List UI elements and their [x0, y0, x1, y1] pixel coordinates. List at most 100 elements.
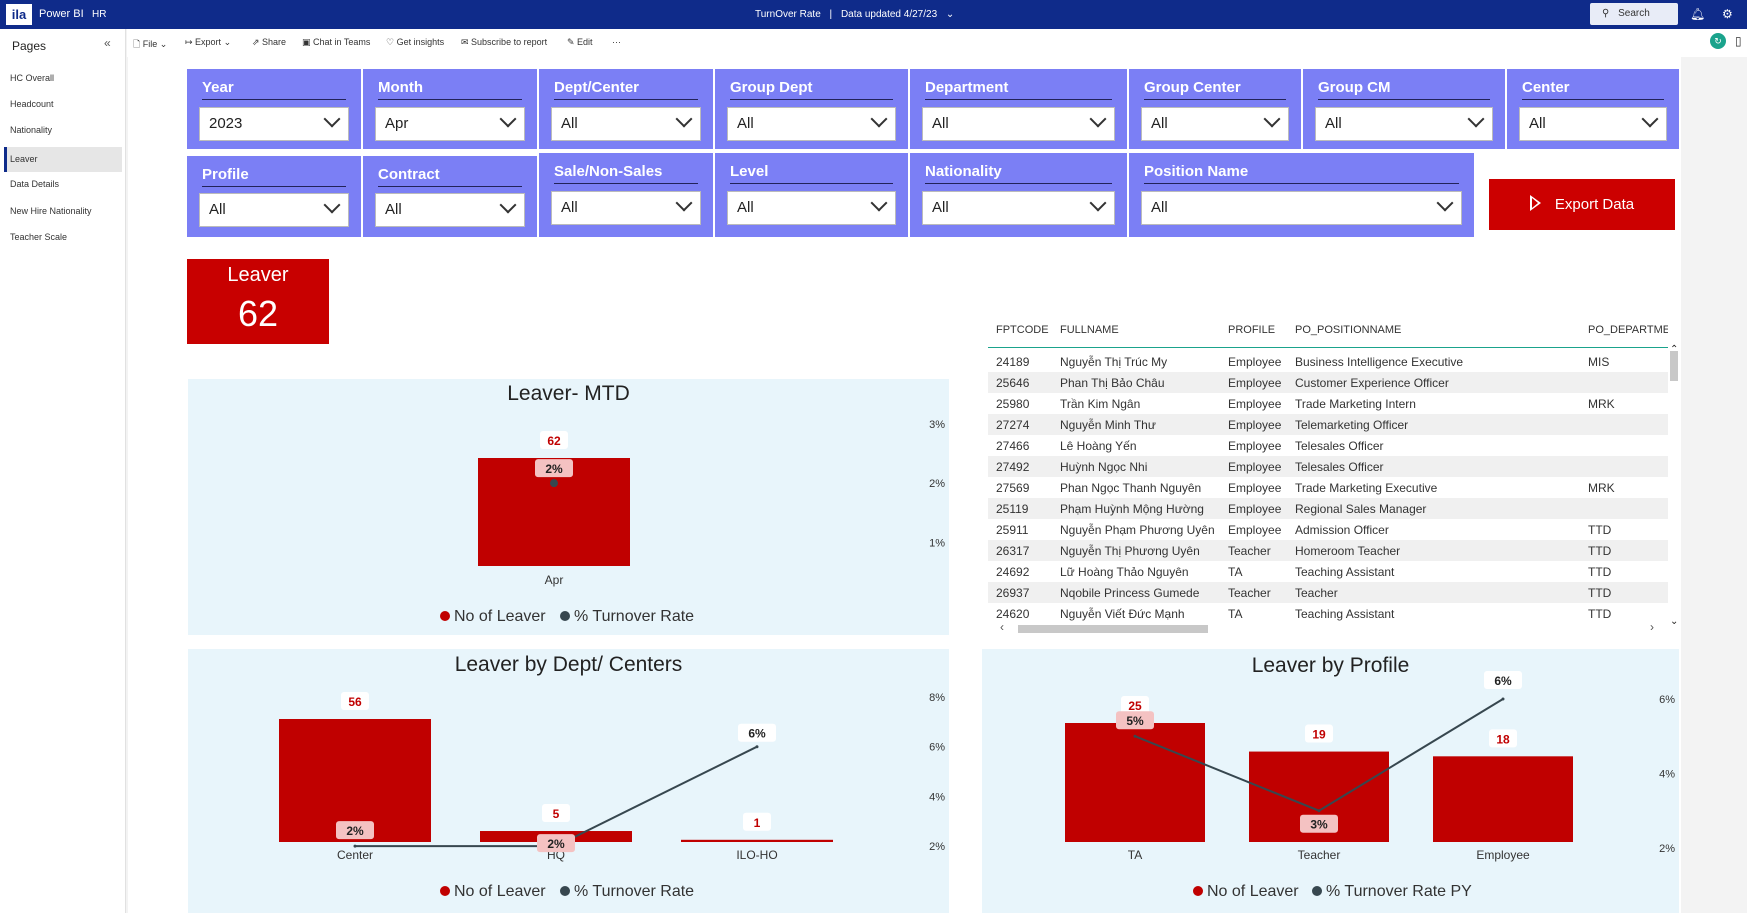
table-cell: Admission Officer [1295, 523, 1389, 537]
workspace-name[interactable]: HR [92, 9, 106, 20]
table-row[interactable]: 24620 Nguyễn Viết Đức Mạnh TA Teaching Assi… [988, 603, 1668, 624]
legend-label-turnover[interactable]: % Turnover Rate [574, 883, 694, 900]
search-input[interactable]: ⚲ Search [1590, 3, 1678, 25]
legend-label-leaver[interactable]: No of Leaver [1207, 883, 1299, 900]
chart-leaver-by-dept-centers[interactable]: Leaver by Dept/ Centers 8% 6% 4% 2% 56 Center… [188, 649, 949, 913]
slicer-dropdown[interactable]: Apr [375, 107, 525, 141]
table-cell: TTD [1588, 607, 1612, 621]
table-row[interactable]: 27569 Phan Ngọc Thanh Nguyên Employee Trade… [988, 477, 1668, 498]
report-title: TurnOver Rate [755, 9, 821, 20]
export-menu[interactable]: ↦ Export ⌄ [185, 37, 231, 48]
chart-plot: 8%6%4%2%56Center5HQ1ILO-HO2%2%6%No of Le… [279, 692, 945, 900]
slicer-dropdown[interactable]: All [922, 107, 1115, 141]
chevron-down-icon[interactable]: ⌄ [1670, 616, 1678, 627]
slicer-dropdown[interactable]: All [727, 191, 896, 225]
sidebar-item-teacher-scale[interactable]: Teacher Scale [4, 225, 122, 250]
chevron-down-icon[interactable]: ⌄ [946, 9, 954, 20]
column-header[interactable]: FPTCODE [996, 324, 1049, 336]
data-updated[interactable]: Data updated 4/27/23 [841, 9, 937, 20]
slicer-label: Dept/Center [554, 79, 640, 96]
legend-marker-leaver[interactable] [440, 886, 450, 896]
horizontal-scroll-thumb[interactable] [1018, 625, 1208, 633]
chat-in-teams-button[interactable]: ▣ Chat in Teams [302, 37, 370, 48]
legend-label-turnover[interactable]: % Turnover Rate [574, 608, 694, 625]
sidebar-item-data-details[interactable]: Data Details [4, 172, 122, 197]
chart-plot: 6% 4% 2% 25 TA 19 Teacher 18 Employee 5% 3% 6% No of… [1065, 671, 1675, 900]
slicer-label: Sale/Non-Sales [554, 163, 663, 180]
table-row[interactable]: 25646 Phan Thị Bảo Châu Employee Customer E… [988, 372, 1668, 393]
legend-marker-leaver[interactable] [440, 611, 450, 621]
axis-tick-label: 2% [1659, 843, 1675, 855]
table-row[interactable]: 25911 Nguyễn Phạm Phương Uyên Employee Admi… [988, 519, 1668, 540]
export-data-button[interactable]: Export Data [1489, 179, 1675, 230]
table-row[interactable]: 24692 Lữ Hoàng Thảo Nguyên TA Teaching Assi… [988, 561, 1668, 582]
slicer-dropdown[interactable]: All [922, 191, 1115, 225]
vertical-scroll-thumb[interactable] [1670, 351, 1678, 381]
chart-leaver-by-profile[interactable]: Leaver by Profile 6% 4% 2% 25 TA 19 Teacher 18 E… [982, 649, 1679, 913]
refresh-icon[interactable]: ↻ [1710, 33, 1726, 49]
subscribe-button[interactable]: ✉ Subscribe to report [461, 37, 547, 48]
slicer-dropdown[interactable]: All [1519, 107, 1667, 141]
get-insights-button[interactable]: ♡ Get insights [386, 37, 444, 48]
chart-leaver-mtd[interactable]: Leaver- MTD 3% 2% 1% 62 Apr 2% No of Leaver% T… [188, 379, 949, 635]
slicer-dropdown[interactable]: All [727, 107, 896, 141]
slicer-dropdown[interactable]: All [375, 193, 525, 227]
column-header[interactable]: PO_DEPARTME [1588, 324, 1668, 336]
table-row[interactable]: 25980 Trần Kim Ngân Employee Trade Marketin… [988, 393, 1668, 414]
table-row[interactable]: 27274 Nguyễn Minh Thư Employee Telemarketin… [988, 414, 1668, 435]
slicer-dropdown[interactable]: All [1141, 107, 1289, 141]
file-menu[interactable]: 🗋 File ⌄ [133, 37, 167, 53]
chevron-right-icon[interactable]: › [1650, 620, 1654, 634]
slicer-dropdown[interactable]: All [1315, 107, 1493, 141]
slicer-group-center: Group Center All [1129, 69, 1301, 149]
slicer-dropdown[interactable]: All [1141, 191, 1462, 225]
share-button[interactable]: ⇗ Share [252, 37, 286, 48]
edit-button[interactable]: ✎ Edit [567, 37, 593, 48]
table-row[interactable]: 26937 Nqobile Princess Gumede Teacher Teach… [988, 582, 1668, 603]
sidebar-item-headcount[interactable]: Headcount [4, 92, 122, 117]
table-cell: TTD [1588, 523, 1612, 537]
slicer-dropdown[interactable]: All [199, 193, 349, 227]
bell-icon[interactable]: 🔔︎ [1690, 7, 1705, 21]
bookmark-icon[interactable]: ▯ [1735, 34, 1742, 48]
table-row[interactable]: 25119 Phạm Huỳnh Mộng Hường Employee Region… [988, 498, 1668, 519]
legend-marker-turnover[interactable] [1312, 886, 1322, 896]
sidebar-item-nationality[interactable]: Nationality [4, 118, 122, 143]
legend-marker-turnover[interactable] [560, 886, 570, 896]
gear-icon[interactable]: ⚙ [1722, 7, 1733, 21]
legend-marker-turnover[interactable] [560, 611, 570, 621]
category-label: TA [1128, 848, 1142, 862]
axis-tick-label: 3% [929, 419, 945, 431]
slicer-label: Center [1522, 79, 1570, 96]
table-row[interactable]: 27492 Huỳnh Ngọc Nhi Employee Telesales Off… [988, 456, 1668, 477]
chevron-left-icon[interactable]: ‹ [1000, 620, 1004, 634]
collapse-icon[interactable]: « [104, 36, 111, 50]
pages-sidebar: Pages « HC Overall Headcount Nationality… [0, 29, 126, 913]
sidebar-item-leaver[interactable]: Leaver [4, 147, 122, 172]
slicer-dropdown[interactable]: 2023 [199, 107, 349, 141]
legend-label-leaver[interactable]: No of Leaver [454, 883, 546, 900]
column-header[interactable]: FULLNAME [1060, 324, 1119, 336]
slicer-label: Position Name [1144, 163, 1249, 180]
more-options-button[interactable]: ··· [612, 37, 621, 47]
chart-plot: 3% 2% 1% 62 Apr 2% No of Leaver % Turnover Rate [440, 419, 945, 625]
table-row[interactable]: 24189 Nguyễn Thị Trúc My Employee Business … [988, 351, 1668, 372]
column-header[interactable]: PO_POSITIONNAME [1295, 324, 1401, 336]
table-row[interactable]: 27466 Lê Hoàng Yến Employee Telesales Offic… [988, 435, 1668, 456]
chevron-down-icon [499, 110, 517, 128]
column-header[interactable]: PROFILE [1228, 324, 1275, 336]
sidebar-item-hc-overall[interactable]: HC Overall [4, 66, 122, 91]
table-cell: TTD [1588, 544, 1612, 558]
slicer-dropdown[interactable]: All [551, 107, 701, 141]
export-data-label: Export Data [1554, 196, 1635, 213]
vertical-scrollbar[interactable]: ⌃ ⌄ [1668, 344, 1680, 634]
sidebar-item-new-hire-nationality[interactable]: New Hire Nationality [4, 199, 122, 224]
axis-tick-label: 6% [929, 742, 945, 754]
legend-label-leaver[interactable]: No of Leaver [454, 608, 546, 625]
table-row[interactable]: 26317 Nguyễn Thị Phương Uyên Teacher Homero… [988, 540, 1668, 561]
table-cell: 25119 [996, 502, 1029, 516]
legend-label-turnover[interactable]: % Turnover Rate PY [1326, 883, 1472, 900]
app-name[interactable]: Power BI [39, 8, 84, 20]
legend-marker-leaver[interactable] [1193, 886, 1203, 896]
slicer-dropdown[interactable]: All [551, 191, 701, 225]
